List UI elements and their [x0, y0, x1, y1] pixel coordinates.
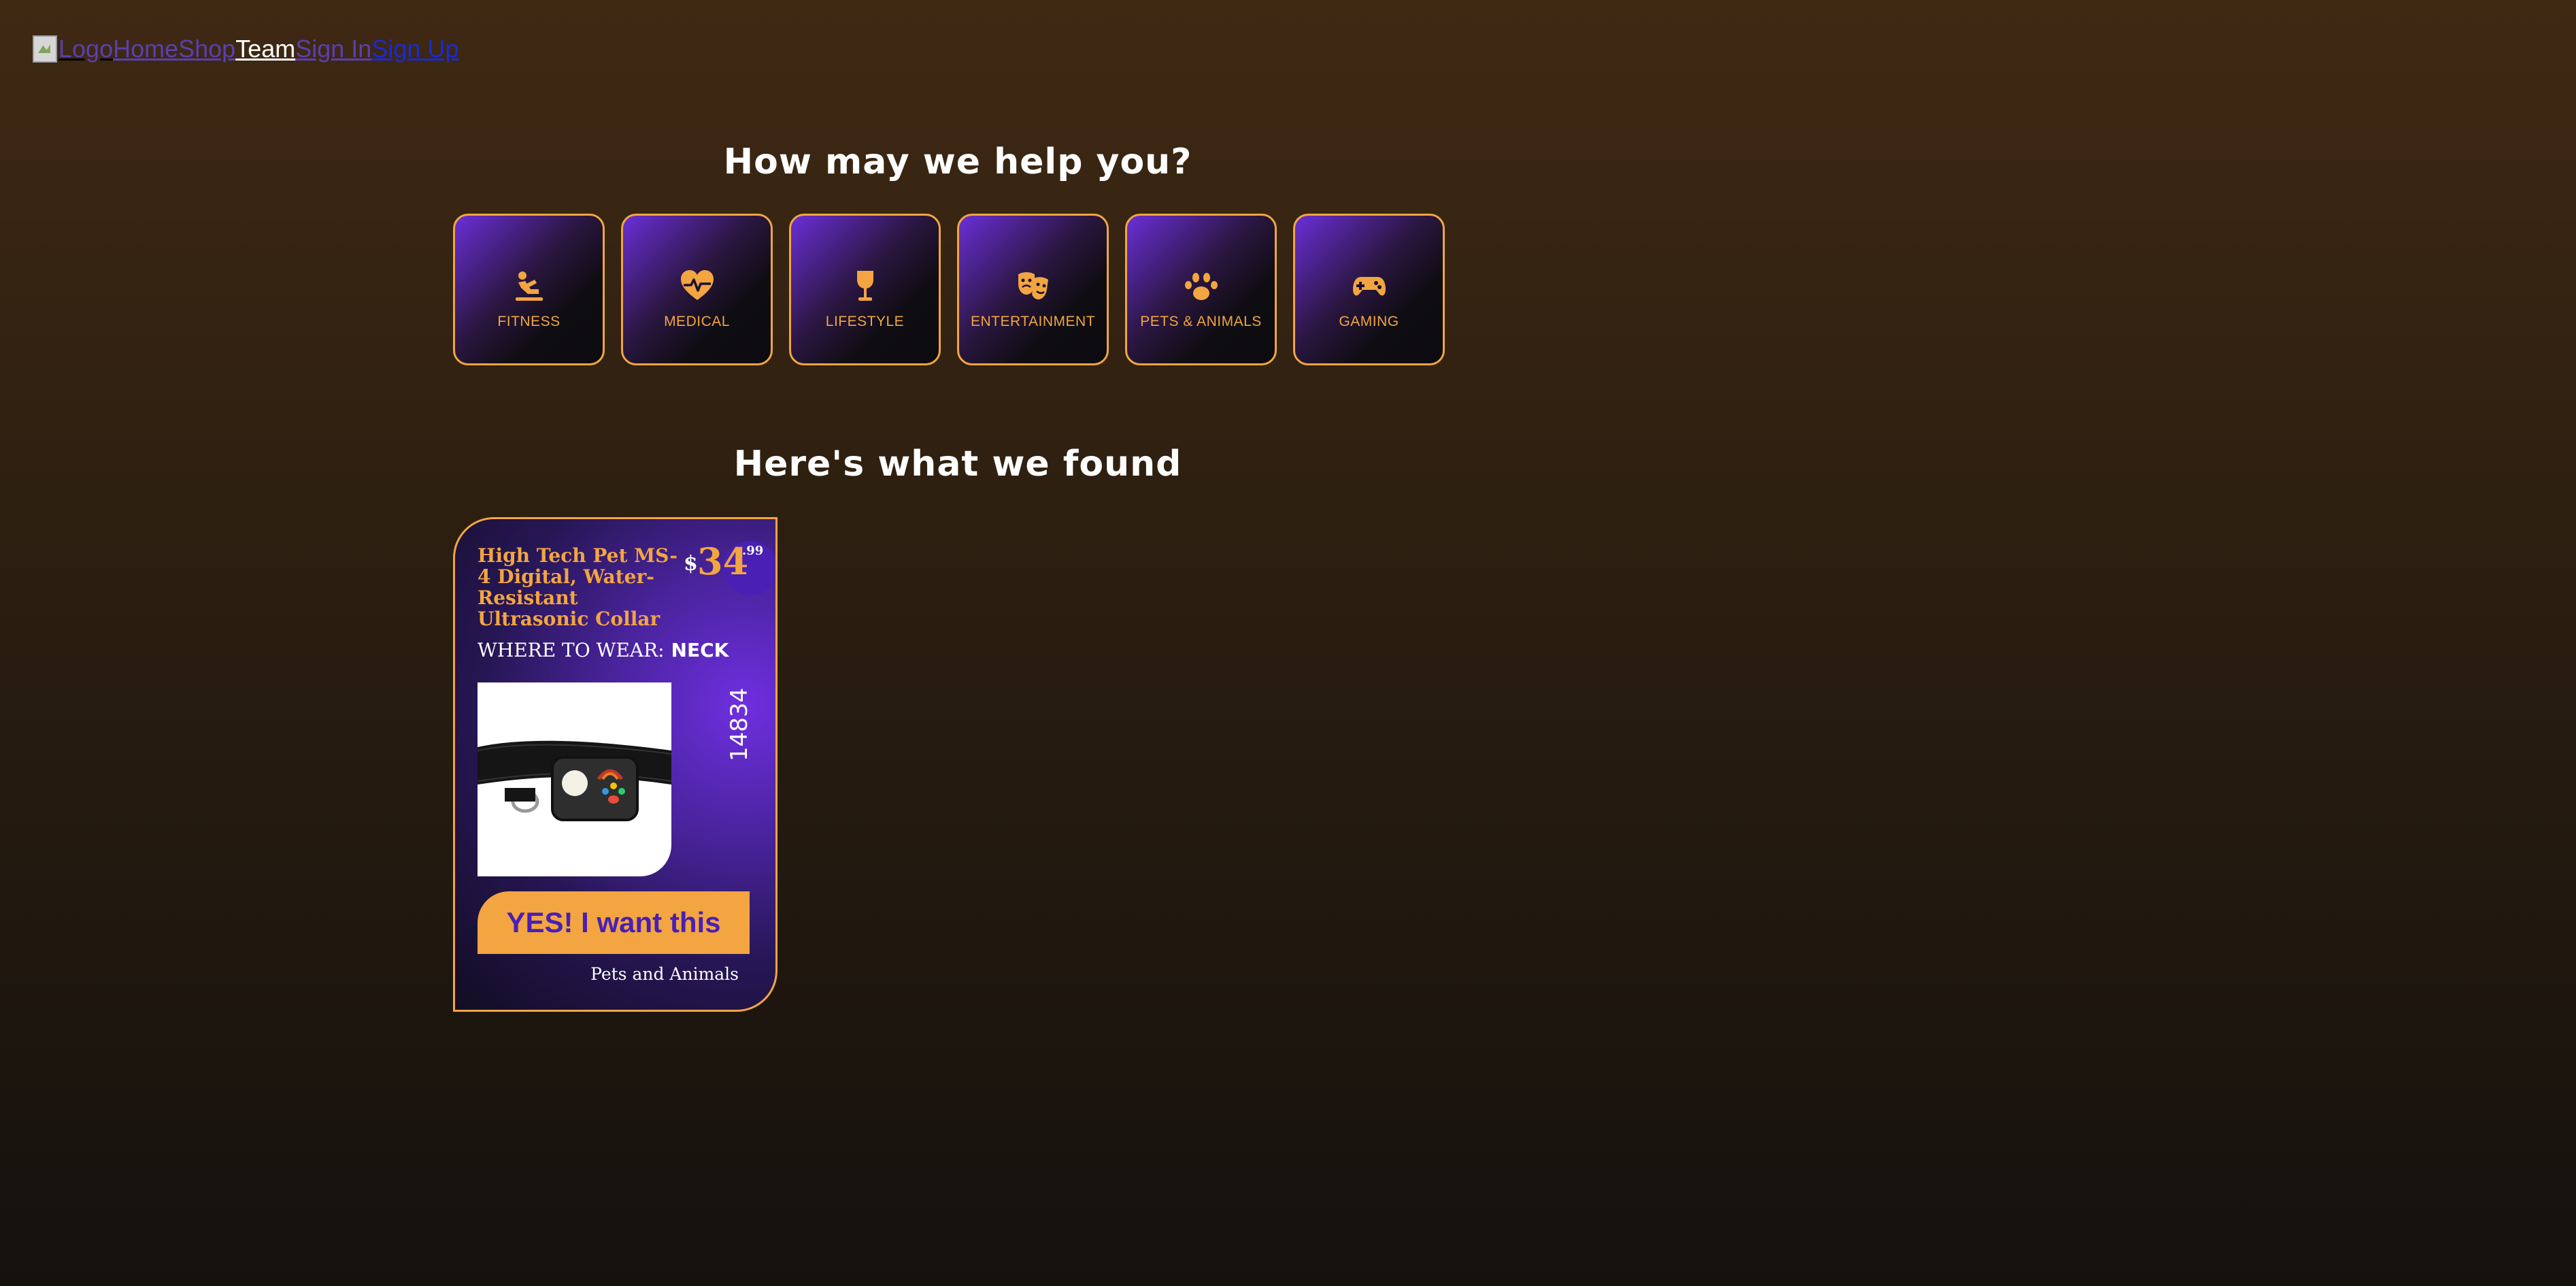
category-label: ENTERTAINMENT — [970, 313, 1096, 329]
nav-sign-in-link[interactable]: Sign In — [295, 35, 371, 63]
category-tile-entertainment[interactable]: ENTERTAINMENT — [957, 214, 1109, 365]
paw-icon — [1184, 272, 1218, 300]
want-this-button[interactable]: YES! I want this — [478, 891, 750, 954]
category-label: FITNESS — [497, 313, 561, 329]
theater-masks-icon — [1018, 271, 1048, 299]
logo-alt-text: Logo — [58, 35, 114, 63]
logo-link[interactable]: Logo — [33, 35, 113, 63]
nav-team-link[interactable]: Team — [235, 35, 295, 63]
product-image — [478, 682, 671, 876]
category-tile-medical[interactable]: MEDICAL — [621, 214, 773, 365]
nav-shop-link[interactable]: Shop — [178, 35, 235, 63]
product-card[interactable]: High Tech Pet MS-4 Digital, Water-Resist… — [453, 517, 777, 1012]
nav-sign-up-link[interactable]: Sign Up — [371, 35, 458, 63]
where-to-wear: WHERE TO WEAR: NECK — [478, 639, 729, 661]
category-label: GAMING — [1339, 313, 1399, 329]
category-label: MEDICAL — [664, 313, 730, 329]
collar-image — [478, 740, 671, 821]
situp-icon — [515, 271, 543, 301]
nav-home-link[interactable]: Home — [113, 35, 178, 63]
category-label: LIFESTYLE — [825, 313, 905, 329]
price-badge: $ 34 .99 — [684, 540, 775, 598]
results-heading: Here's what we found — [733, 444, 1182, 484]
category-tile-pets-animals[interactable]: PETS & ANIMALS — [1125, 214, 1277, 365]
broken-image-icon — [33, 35, 57, 63]
category-tile-lifestyle[interactable]: LIFESTYLE — [789, 214, 941, 365]
product-title: High Tech Pet MS-4 Digital, Water-Resist… — [478, 544, 678, 630]
top-nav: Logo Home Shop Team Sign In Sign Up — [33, 30, 458, 68]
heart-pulse-icon — [680, 269, 714, 300]
price-currency: $ — [684, 552, 698, 576]
price-cents: .99 — [742, 544, 764, 558]
where-label: WHERE TO WEAR: — [478, 639, 665, 661]
gamepad-icon — [1352, 276, 1386, 295]
category-label: PETS & ANIMALS — [1140, 313, 1262, 329]
price-whole: 34 — [697, 540, 749, 583]
wine-glass-icon — [856, 270, 873, 301]
product-sku: 14834 — [726, 687, 753, 761]
category-tiles: FITNESS MEDICAL LIFESTYLE ENTERTAINMENT — [453, 214, 1445, 365]
category-tile-gaming[interactable]: GAMING — [1293, 214, 1445, 365]
category-tile-fitness[interactable]: FITNESS — [453, 214, 605, 365]
where-value: NECK — [671, 639, 729, 661]
product-category: Pets and Animals — [590, 964, 739, 984]
help-heading: How may we help you? — [723, 142, 1192, 182]
